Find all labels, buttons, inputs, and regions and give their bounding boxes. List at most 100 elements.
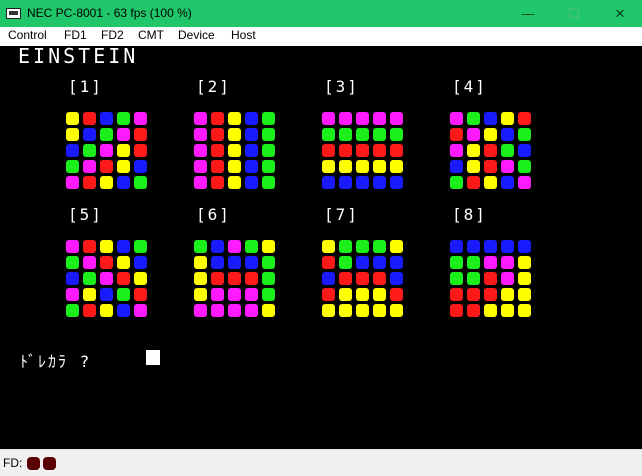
- color-dot: [83, 160, 96, 173]
- color-dot: [356, 304, 369, 317]
- color-dot: [66, 288, 79, 301]
- color-dot: [322, 256, 335, 269]
- color-dot: [117, 288, 130, 301]
- color-dot: [450, 112, 463, 125]
- emulator-screen[interactable]: EINSTEIN [1] [2] [3] [4] [5] [6] [7] [8]…: [0, 46, 642, 449]
- color-dot: [100, 272, 113, 285]
- color-dot: [339, 112, 352, 125]
- color-dot: [228, 256, 241, 269]
- color-dot: [450, 176, 463, 189]
- color-dot: [134, 304, 147, 317]
- color-dot: [228, 160, 241, 173]
- color-dot: [518, 272, 531, 285]
- color-grid-3: [322, 112, 403, 189]
- color-dot: [484, 144, 497, 157]
- color-dot: [134, 112, 147, 125]
- color-dot: [245, 304, 258, 317]
- menu-device[interactable]: Device: [178, 28, 215, 42]
- color-dot: [134, 240, 147, 253]
- color-dot: [467, 112, 480, 125]
- app-icon[interactable]: [6, 8, 21, 19]
- color-dot: [484, 272, 497, 285]
- color-dot: [373, 160, 386, 173]
- color-dot: [356, 112, 369, 125]
- close-button[interactable]: ✕: [597, 0, 642, 27]
- color-dot: [450, 304, 463, 317]
- color-dot: [66, 160, 79, 173]
- color-dot: [450, 240, 463, 253]
- color-dot: [245, 144, 258, 157]
- color-dot: [501, 128, 514, 141]
- color-dot: [390, 176, 403, 189]
- color-dot: [518, 176, 531, 189]
- color-dot: [117, 304, 130, 317]
- menu-cmt[interactable]: CMT: [138, 28, 164, 42]
- color-dot: [117, 176, 130, 189]
- color-dot: [117, 160, 130, 173]
- panel-label: [6]: [196, 205, 231, 224]
- color-dot: [450, 256, 463, 269]
- color-dot: [211, 272, 224, 285]
- color-dot: [467, 304, 480, 317]
- color-dot: [501, 160, 514, 173]
- color-dot: [117, 144, 130, 157]
- color-dot: [356, 256, 369, 269]
- menu-control[interactable]: Control: [8, 28, 47, 42]
- color-dot: [518, 240, 531, 253]
- color-dot: [245, 272, 258, 285]
- color-dot: [501, 272, 514, 285]
- screen-heading: EINSTEIN: [18, 46, 139, 68]
- color-dot: [211, 288, 224, 301]
- color-dot: [484, 304, 497, 317]
- color-dot: [194, 256, 207, 269]
- menu-bar: Control FD1 FD2 CMT Device Host: [0, 27, 642, 46]
- color-dot: [262, 160, 275, 173]
- color-dot: [66, 256, 79, 269]
- color-dot: [356, 272, 369, 285]
- color-grid-4: [450, 112, 531, 189]
- color-dot: [339, 240, 352, 253]
- color-dot: [322, 112, 335, 125]
- color-dot: [373, 144, 386, 157]
- color-dot: [66, 240, 79, 253]
- color-dot: [228, 144, 241, 157]
- drive-2-led-icon: [43, 457, 56, 470]
- color-dot: [100, 112, 113, 125]
- color-dot: [117, 272, 130, 285]
- color-dot: [194, 240, 207, 253]
- color-dot: [245, 112, 258, 125]
- color-dot: [373, 256, 386, 269]
- panel-label: [3]: [324, 77, 359, 96]
- color-dot: [467, 240, 480, 253]
- color-dot: [134, 160, 147, 173]
- color-dot: [194, 160, 207, 173]
- input-prompt: ﾄﾞﾚｶﾗ ?: [20, 352, 92, 371]
- color-dot: [450, 272, 463, 285]
- color-dot: [390, 128, 403, 141]
- maximize-button[interactable]: ☐: [551, 0, 597, 27]
- color-dot: [194, 304, 207, 317]
- title-bar[interactable]: NEC PC-8001 - 63 fps (100 %) — ☐ ✕: [0, 0, 642, 27]
- color-dot: [83, 128, 96, 141]
- color-dot: [356, 288, 369, 301]
- menu-fd1[interactable]: FD1: [64, 28, 87, 42]
- menu-fd2[interactable]: FD2: [101, 28, 124, 42]
- color-dot: [245, 240, 258, 253]
- color-dot: [356, 160, 369, 173]
- color-dot: [228, 304, 241, 317]
- minimize-button[interactable]: —: [505, 0, 551, 27]
- color-dot: [339, 176, 352, 189]
- color-dot: [66, 128, 79, 141]
- color-dot: [339, 288, 352, 301]
- menu-host[interactable]: Host: [231, 28, 256, 42]
- color-dot: [83, 288, 96, 301]
- panel-label: [1]: [68, 77, 103, 96]
- color-dot: [262, 256, 275, 269]
- color-dot: [501, 256, 514, 269]
- color-dot: [390, 112, 403, 125]
- color-dot: [228, 240, 241, 253]
- color-dot: [66, 144, 79, 157]
- color-dot: [518, 256, 531, 269]
- fd-status-label: FD:: [3, 456, 23, 470]
- color-dot: [66, 304, 79, 317]
